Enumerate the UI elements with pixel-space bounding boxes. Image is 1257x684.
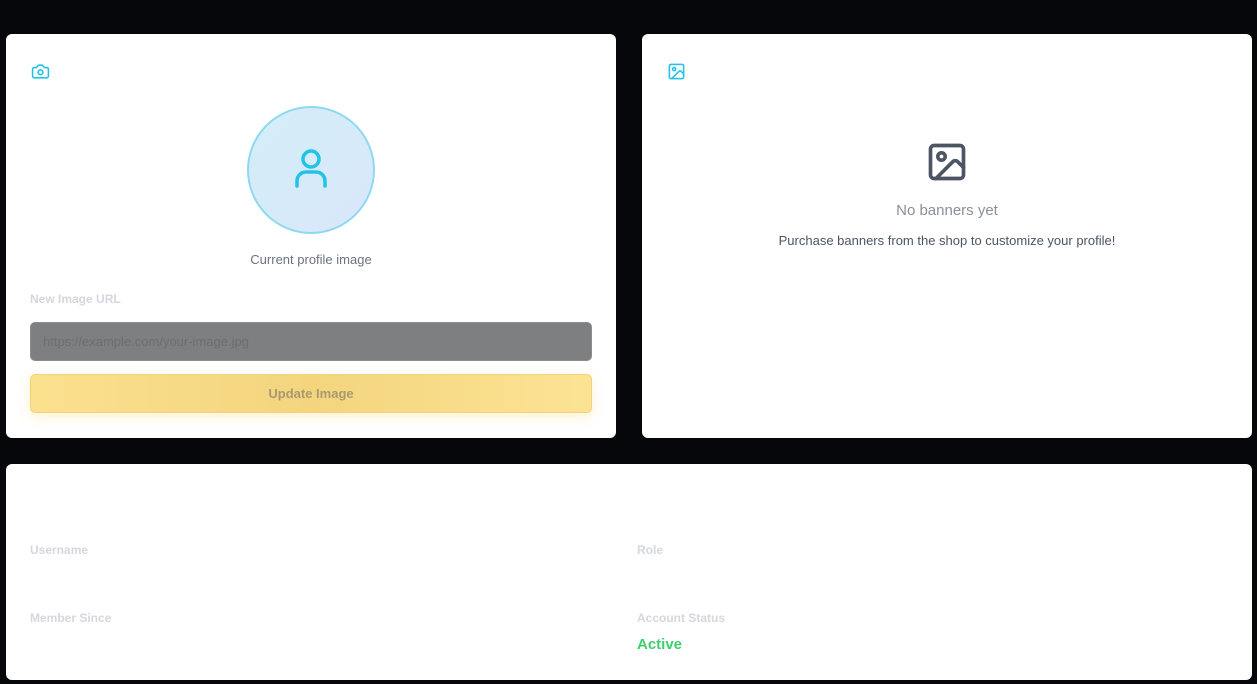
- avatar: [247, 106, 375, 234]
- camera-icon: [30, 61, 50, 81]
- account-info-card: Username Role Member Since Account Statu…: [6, 464, 1252, 680]
- role-label: Role: [637, 543, 664, 557]
- user-icon: [292, 147, 330, 194]
- username-label: Username: [30, 543, 89, 557]
- profile-image-card: Current profile image New Image URL Upda…: [6, 34, 616, 438]
- banner-empty-title: No banners yet: [896, 202, 998, 219]
- member-since-label: Member Since: [30, 611, 112, 625]
- image-icon: [666, 61, 686, 81]
- banner-empty-subtitle: Purchase banners from the shop to custom…: [778, 233, 1116, 248]
- update-image-button[interactable]: Update Image: [30, 374, 592, 413]
- banner-empty-image-icon: [925, 140, 969, 184]
- avatar-caption: Current profile image: [250, 252, 372, 267]
- image-url-label: New Image URL: [30, 292, 121, 306]
- account-status-label: Account Status: [637, 611, 726, 625]
- image-url-input[interactable]: [30, 322, 592, 361]
- banner-card: No banners yet Purchase banners from the…: [642, 34, 1252, 438]
- account-status-value: Active: [637, 636, 683, 653]
